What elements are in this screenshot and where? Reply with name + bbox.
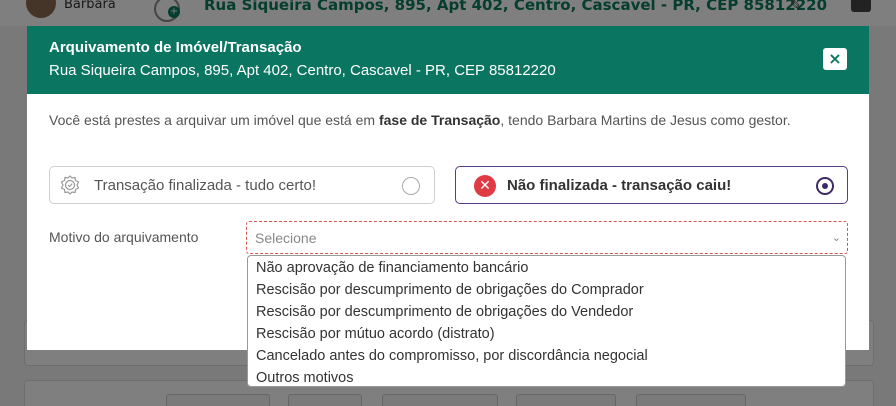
x-circle-icon: ✕ bbox=[474, 175, 496, 197]
chevron-down-icon: ⌄ bbox=[831, 231, 841, 244]
seal-check-icon bbox=[60, 175, 80, 195]
radio-selected[interactable] bbox=[816, 177, 834, 195]
intro-bold: fase de Transação bbox=[378, 112, 501, 128]
reason-dropdown-list: Não aprovação de financiamento bancário … bbox=[247, 255, 846, 387]
intro-text: Você está prestes a arquivar um imóvel q… bbox=[49, 110, 839, 130]
select-placeholder: Selecione bbox=[255, 230, 317, 246]
modal-header: Arquivamento de Imóvel/Transação Rua Siq… bbox=[27, 26, 869, 94]
dropdown-option[interactable]: Outros motivos bbox=[248, 367, 845, 389]
modal-subtitle: Rua Siqueira Campos, 895, Apt 402, Centr… bbox=[49, 62, 556, 79]
close-icon[interactable]: × bbox=[823, 48, 847, 70]
radio-unselected[interactable] bbox=[402, 177, 420, 195]
dropdown-option[interactable]: Rescisão por mútuo acordo (distrato) bbox=[248, 323, 845, 345]
option-transaction-finalized[interactable]: Transação finalizada - tudo certo! bbox=[49, 166, 435, 204]
dropdown-option[interactable]: Não aprovação de financiamento bancário bbox=[248, 257, 845, 279]
dropdown-option[interactable]: Rescisão por descumprimento de obrigaçõe… bbox=[248, 279, 845, 301]
option-label: Não finalizada - transação caiu! bbox=[507, 177, 732, 194]
option-label: Transação finalizada - tudo certo! bbox=[94, 177, 317, 194]
modal-title: Arquivamento de Imóvel/Transação bbox=[49, 39, 302, 56]
reason-select[interactable]: Selecione ⌄ bbox=[246, 221, 848, 254]
option-transaction-failed[interactable]: ✕ Não finalizada - transação caiu! bbox=[455, 166, 848, 204]
intro-part1: Você está prestes a arquivar um imóvel q… bbox=[49, 112, 379, 128]
dropdown-option[interactable]: Rescisão por descumprimento de obrigaçõe… bbox=[248, 301, 845, 323]
reason-label: Motivo do arquivamento bbox=[49, 229, 199, 245]
dropdown-option[interactable]: Cancelado antes do compromisso, por disc… bbox=[248, 345, 845, 367]
intro-part2: , tendo Barbara Martins de Jesus como ge… bbox=[500, 112, 791, 128]
